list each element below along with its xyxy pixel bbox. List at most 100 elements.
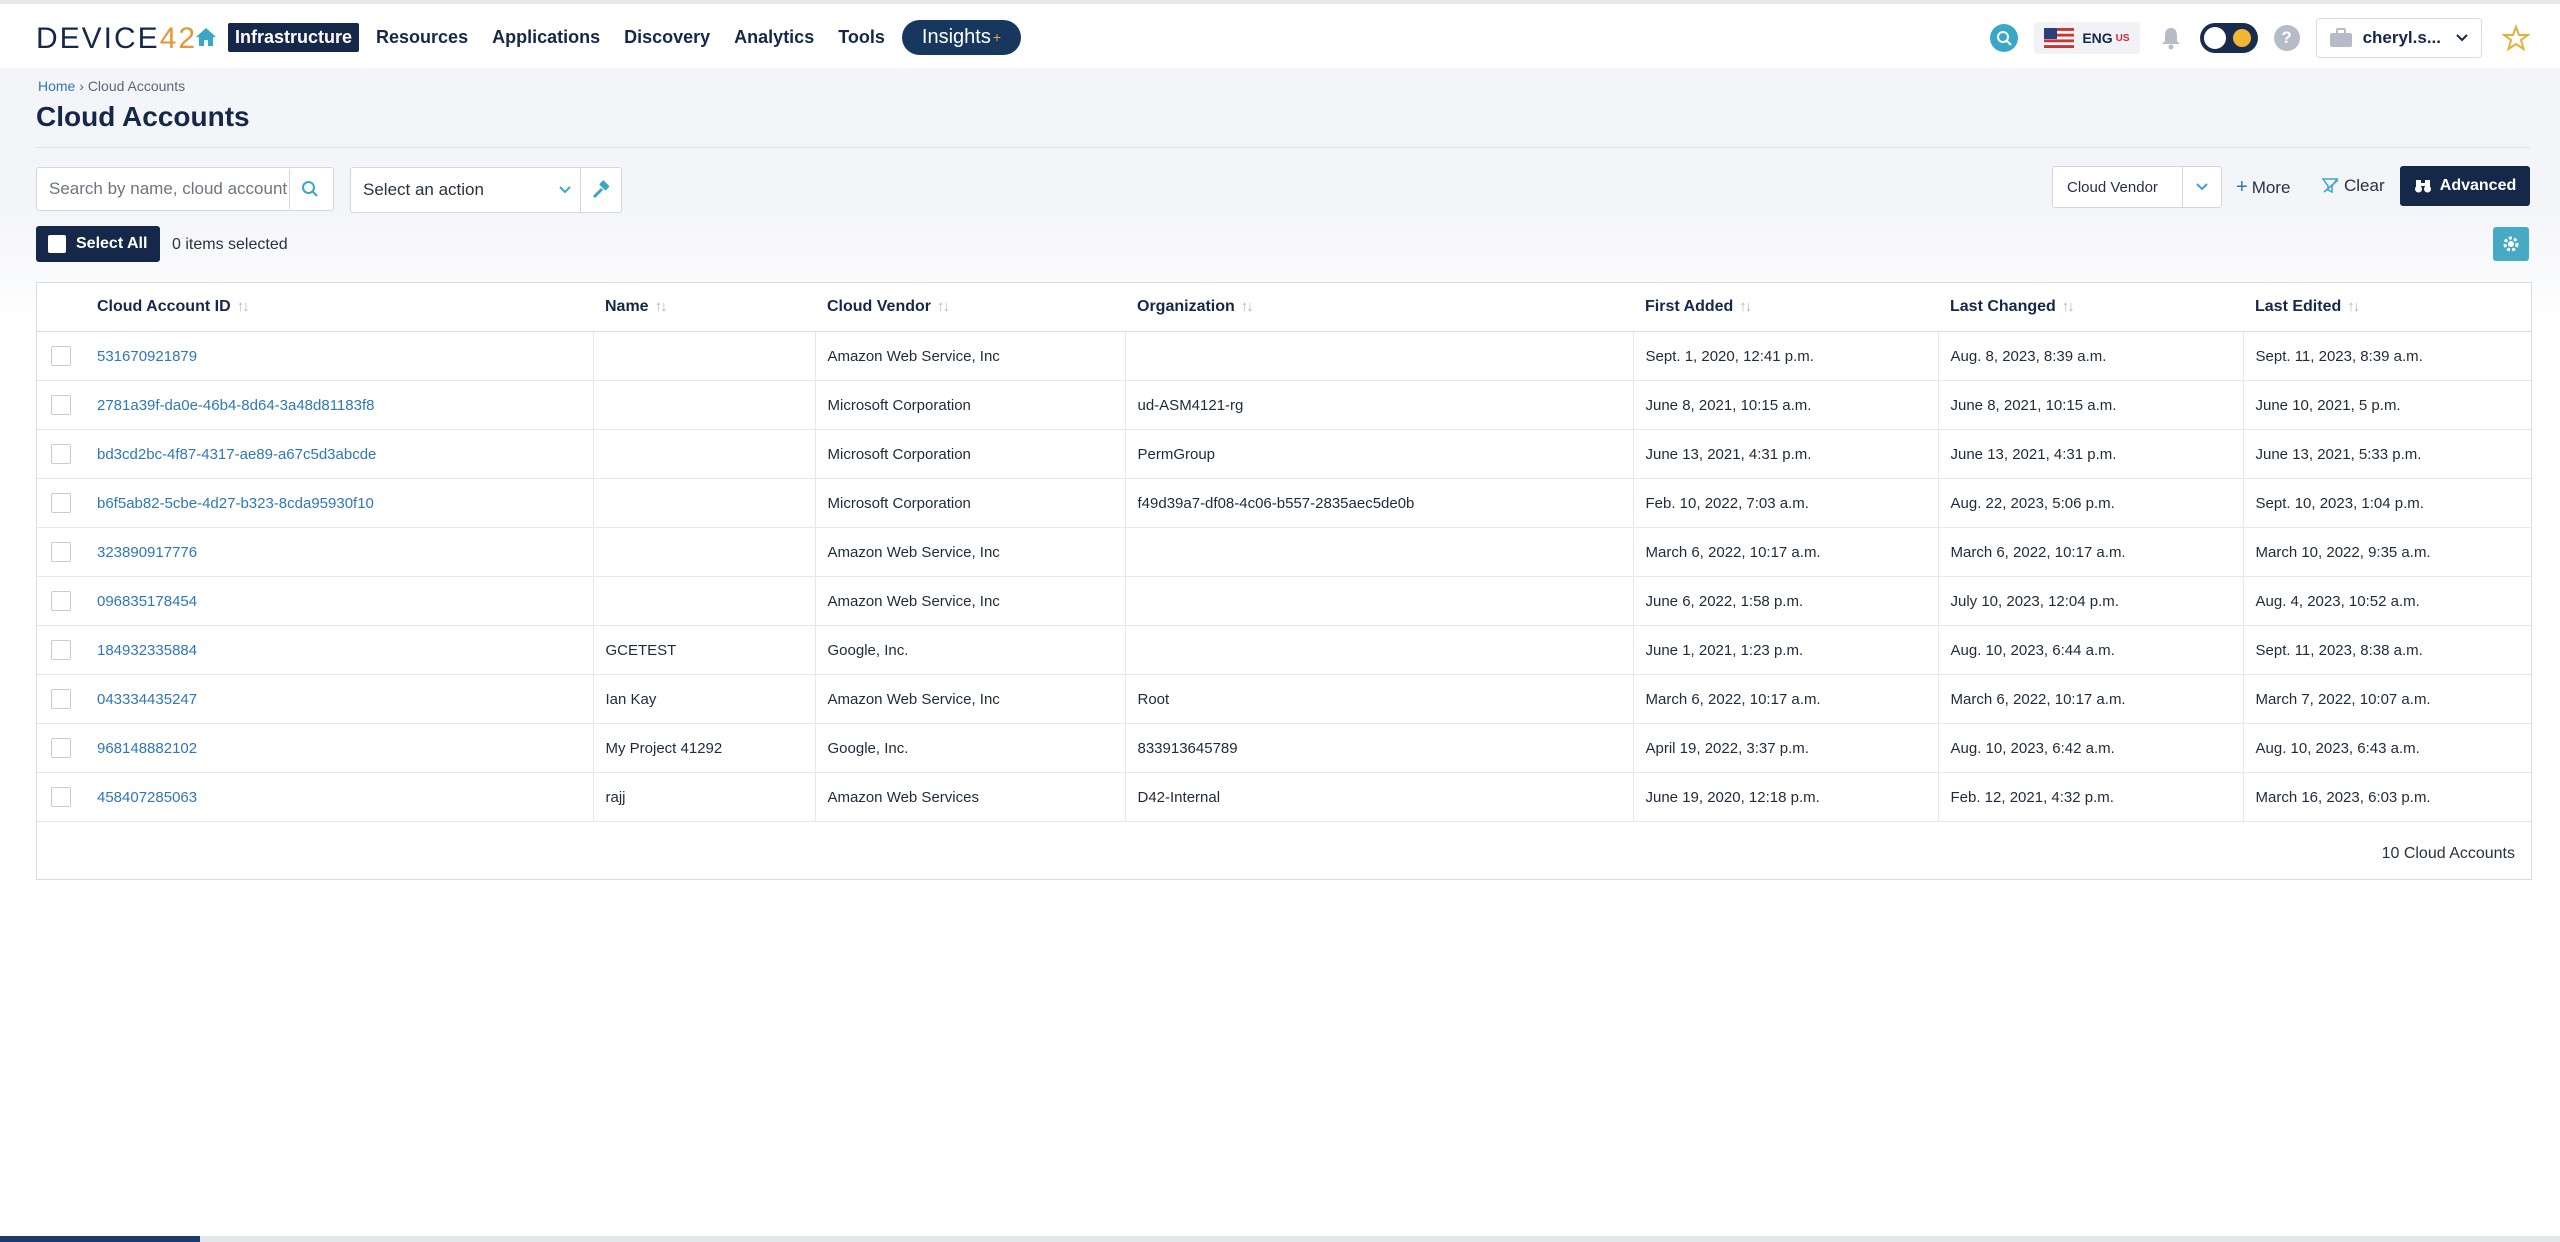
account-id-link[interactable]: 531670921879 [97, 348, 197, 365]
row-checkbox[interactable] [51, 444, 71, 464]
clear-filters-button[interactable]: Clear [2322, 176, 2385, 196]
cloud-vendor-filter[interactable]: Cloud Vendor [2052, 166, 2222, 208]
cell-organization: Root [1124, 674, 1633, 724]
col-header-name[interactable]: Name ↑↓ [593, 283, 815, 332]
cell-first-added: June 6, 2022, 1:58 p.m. [1632, 576, 1938, 626]
table-row: 968148882102 My Project 41292 Google, In… [37, 723, 2531, 773]
header-checkbox-column [37, 283, 85, 332]
cell-account-id: 184932335884 [85, 625, 593, 675]
search-input[interactable] [37, 169, 289, 209]
sort-icon[interactable]: ↑↓ [2347, 298, 2360, 315]
home-icon[interactable] [192, 23, 220, 51]
main-content: Home › Cloud Accounts Cloud Accounts Sel… [0, 68, 2560, 1242]
sun-icon [2232, 29, 2251, 47]
device42-logo[interactable]: DEVICE42 [36, 22, 197, 56]
sort-icon[interactable]: ↑↓ [1739, 298, 1752, 315]
more-filters-button[interactable]: + More [2236, 176, 2290, 199]
col-header-last-edited[interactable]: Last Edited ↑↓ [2243, 283, 2531, 332]
advanced-search-button[interactable]: Advanced [2400, 166, 2530, 206]
table-row: 096835178454 Amazon Web Service, Inc Jun… [37, 576, 2531, 626]
cell-name [592, 527, 815, 577]
row-checkbox[interactable] [51, 787, 71, 807]
user-menu[interactable]: cheryl.s... [2315, 18, 2482, 58]
sort-icon[interactable]: ↑↓ [2062, 298, 2075, 315]
nav-infrastructure[interactable]: Infrastructure [228, 22, 360, 52]
search-icon[interactable] [289, 169, 330, 209]
main-nav: Infrastructure Resources Applications Di… [192, 19, 1022, 55]
cell-last-changed: June 8, 2021, 10:15 a.m. [1937, 380, 2243, 430]
cell-last-edited: March 16, 2023, 6:03 p.m. [2242, 772, 2531, 822]
col-header-cloud-vendor[interactable]: Cloud Vendor ↑↓ [815, 283, 1125, 332]
cell-last-edited: March 7, 2022, 10:07 a.m. [2242, 674, 2531, 724]
cell-last-edited: Aug. 10, 2023, 6:43 a.m. [2242, 723, 2531, 773]
sort-icon[interactable]: ↑↓ [937, 298, 950, 315]
col-header-first-added[interactable]: First Added ↑↓ [1633, 283, 1938, 332]
cell-last-edited: March 10, 2022, 9:35 a.m. [2242, 527, 2531, 577]
cell-account-id: 2781a39f-da0e-46b4-8d64-3a48d81183f8 [85, 380, 593, 430]
cell-last-edited: Sept. 11, 2023, 8:39 a.m. [2242, 331, 2531, 381]
hammer-icon[interactable] [580, 168, 621, 212]
row-checkbox[interactable] [51, 738, 71, 758]
account-id-link[interactable]: 184932335884 [97, 642, 197, 659]
row-checkbox-cell [37, 723, 85, 773]
items-selected-count: 0 items selected [172, 236, 288, 253]
language-region: US [2115, 32, 2130, 44]
cell-last-edited: Aug. 4, 2023, 10:52 a.m. [2242, 576, 2531, 626]
global-search-icon[interactable] [1990, 24, 2019, 52]
cell-first-added: June 8, 2021, 10:15 a.m. [1632, 380, 1938, 430]
action-select[interactable]: Select an action [350, 167, 622, 213]
cell-last-changed: March 6, 2022, 10:17 a.m. [1937, 527, 2243, 577]
nav-tools[interactable]: Tools [831, 23, 892, 52]
account-id-link[interactable]: 096835178454 [97, 593, 197, 610]
account-id-link[interactable]: bd3cd2bc-4f87-4317-ae89-a67c5d3abcde [97, 446, 376, 463]
sort-icon[interactable]: ↑↓ [655, 298, 668, 315]
account-id-link[interactable]: 2781a39f-da0e-46b4-8d64-3a48d81183f8 [97, 397, 374, 414]
table-header-row: Cloud Account ID ↑↓ Name ↑↓ Cloud Vendor ↑↓… [37, 283, 2531, 332]
logo-text: DEVICE [36, 22, 160, 55]
col-header-cloud-account-id[interactable]: Cloud Account ID ↑↓ [85, 283, 593, 332]
gear-icon[interactable] [2493, 227, 2529, 261]
select-all-button[interactable]: Select All [36, 226, 160, 262]
account-id-link[interactable]: 458407285063 [97, 789, 197, 806]
nav-analytics[interactable]: Analytics [727, 23, 821, 52]
sort-icon[interactable]: ↑↓ [1241, 298, 1254, 315]
row-checkbox[interactable] [51, 542, 71, 562]
nav-resources[interactable]: Resources [369, 23, 475, 52]
help-icon[interactable]: ? [2273, 25, 2300, 51]
cell-vendor: Microsoft Corporation [814, 429, 1125, 479]
cell-account-id: bd3cd2bc-4f87-4317-ae89-a67c5d3abcde [85, 429, 593, 479]
account-id-link[interactable]: 323890917776 [97, 544, 197, 561]
theme-toggle[interactable] [2199, 23, 2258, 53]
account-id-link[interactable]: 043334435247 [97, 691, 197, 708]
account-id-link[interactable]: b6f5ab82-5cbe-4d27-b323-8cda95930f10 [97, 495, 374, 512]
row-checkbox[interactable] [51, 689, 71, 709]
col-header-organization[interactable]: Organization ↑↓ [1125, 283, 1633, 332]
row-checkbox[interactable] [51, 493, 71, 513]
row-checkbox[interactable] [51, 591, 71, 611]
breadcrumb: Home › Cloud Accounts [38, 78, 185, 94]
cell-first-added: Feb. 10, 2022, 7:03 a.m. [1632, 478, 1938, 528]
col-header-last-changed[interactable]: Last Changed ↑↓ [1938, 283, 2243, 332]
language-code: ENG [2082, 30, 2113, 46]
row-checkbox-cell [37, 674, 85, 724]
cell-vendor: Google, Inc. [814, 625, 1125, 675]
col-header-label: Organization [1137, 298, 1235, 315]
account-id-link[interactable]: 968148882102 [97, 740, 197, 757]
breadcrumb-home-link[interactable]: Home [38, 78, 75, 94]
cell-account-id: 096835178454 [85, 576, 593, 626]
cloud-accounts-table-card: Cloud Account ID ↑↓ Name ↑↓ Cloud Vendor ↑↓… [36, 282, 2532, 880]
star-icon[interactable] [2502, 24, 2530, 52]
sort-icon[interactable]: ↑↓ [237, 298, 250, 315]
nav-applications[interactable]: Applications [485, 23, 607, 52]
nav-discovery[interactable]: Discovery [617, 23, 717, 52]
bell-icon[interactable] [2158, 25, 2184, 51]
top-navigation-bar: DEVICE42 Infrastructure Resources Applic… [0, 4, 2560, 68]
nav-insights-button[interactable]: Insights + [901, 19, 1022, 55]
language-selector[interactable]: ENG US [2034, 22, 2140, 54]
row-checkbox[interactable] [51, 640, 71, 660]
user-name: cheryl.s... [2362, 28, 2441, 47]
col-header-label: First Added [1645, 298, 1734, 315]
cell-name: GCETEST [592, 625, 815, 675]
row-checkbox[interactable] [51, 395, 71, 415]
row-checkbox[interactable] [51, 346, 71, 366]
